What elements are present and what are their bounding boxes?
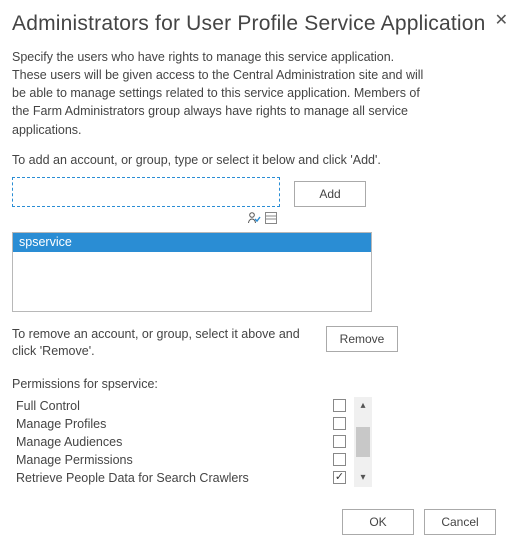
permission-checkbox[interactable] [333,417,346,430]
remove-instruction: To remove an account, or group, select i… [12,326,312,361]
cancel-button[interactable]: Cancel [424,509,496,535]
permission-checkbox[interactable] [333,453,346,466]
permission-row: Retrieve People Data for Search Crawlers [12,469,350,487]
browse-icon[interactable] [264,211,278,225]
add-button[interactable]: Add [294,181,366,207]
permissions-box: Full Control Manage Profiles Manage Audien… [12,397,372,487]
dialog-description: Specify the users who have rights to man… [12,48,432,139]
scroll-down-icon[interactable]: ▾ [354,469,372,487]
scroll-up-icon[interactable]: ▴ [354,397,372,415]
permission-checkbox[interactable] [333,471,346,484]
permission-row: Manage Permissions [12,451,350,469]
accounts-listbox[interactable]: spservice [12,232,372,312]
permissions-title: Permissions for spservice: [12,377,504,391]
permission-label: Full Control [16,399,333,413]
permission-label: Manage Audiences [16,435,333,449]
account-input[interactable] [12,177,280,207]
ok-button[interactable]: OK [342,509,414,535]
permission-row: Full Control [12,397,350,415]
permission-label: Manage Profiles [16,417,333,431]
dialog-title: Administrators for User Profile Service … [12,12,504,36]
add-account-row: Add [12,177,504,210]
scrollbar[interactable]: ▴ ▾ [354,397,372,487]
remove-button[interactable]: Remove [326,326,398,352]
list-item[interactable]: spservice [13,233,371,252]
check-names-icon[interactable] [247,211,261,225]
permission-label: Retrieve People Data for Search Crawlers [16,471,333,485]
permission-row: Manage Audiences [12,433,350,451]
add-instruction: To add an account, or group, type or sel… [12,153,504,167]
permission-row: Manage Profiles [12,415,350,433]
scroll-thumb[interactable] [356,427,370,457]
permission-label: Manage Permissions [16,453,333,467]
close-icon[interactable]: ✕ [495,10,508,30]
permission-checkbox[interactable] [333,435,346,448]
permission-checkbox[interactable] [333,399,346,412]
